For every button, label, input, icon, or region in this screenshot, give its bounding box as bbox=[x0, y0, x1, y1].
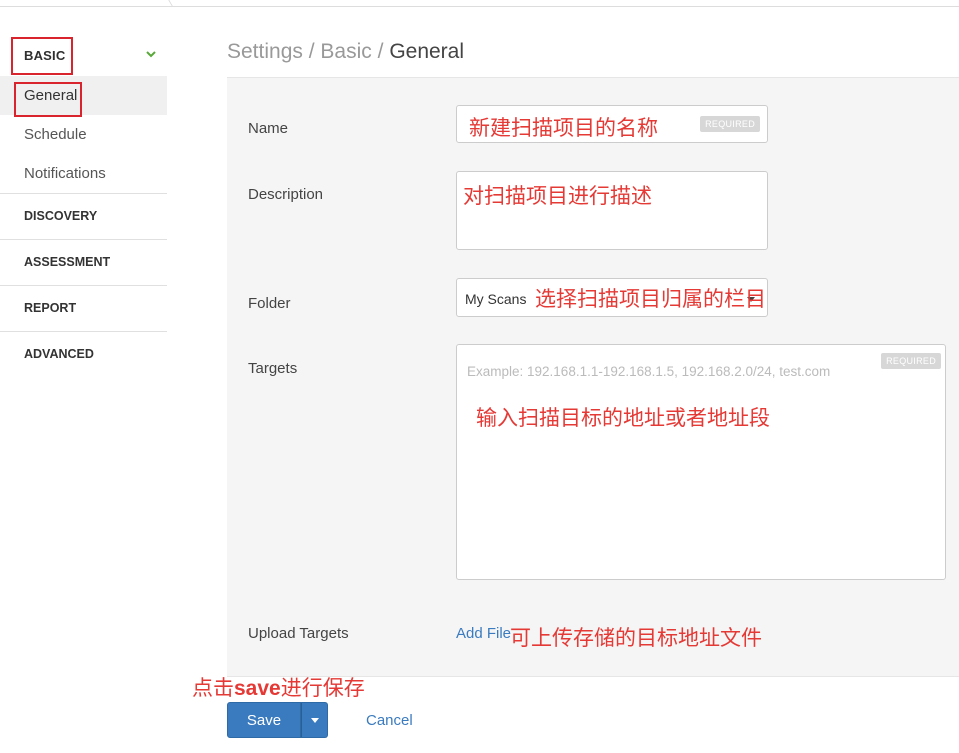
save-button[interactable]: Save bbox=[227, 702, 301, 738]
save-options-dropdown-button[interactable] bbox=[301, 702, 328, 738]
tab-notch bbox=[156, 0, 173, 6]
chevron-down-icon bbox=[146, 51, 156, 58]
upload-annotation: 可上传存储的目标地址文件 bbox=[510, 626, 762, 650]
sidebar-item-schedule[interactable]: Schedule bbox=[0, 115, 167, 154]
sidebar-item-notifications[interactable]: Notifications bbox=[0, 154, 167, 193]
description-label: Description bbox=[248, 186, 324, 203]
sidebar-section-assessment[interactable]: ASSESSMENT bbox=[0, 239, 167, 285]
add-file-link[interactable]: Add File bbox=[456, 625, 511, 642]
targets-value: 输入扫描目标的地址或者地址段 bbox=[476, 406, 770, 430]
save-annotation-suffix: 进行保存 bbox=[280, 676, 365, 700]
name-value: 新建扫描项目的名称 bbox=[469, 116, 658, 140]
cancel-link[interactable]: Cancel bbox=[366, 712, 413, 729]
targets-textarea[interactable]: Example: 192.168.1.1-192.168.1.5, 192.16… bbox=[456, 344, 946, 580]
breadcrumb-basic[interactable]: Basic bbox=[320, 40, 371, 63]
required-badge: REQUIRED bbox=[881, 353, 941, 369]
sidebar-section-advanced[interactable]: ADVANCED bbox=[0, 331, 167, 377]
save-annotation-bold: save bbox=[234, 677, 281, 700]
name-label: Name bbox=[248, 120, 289, 137]
sidebar-section-report[interactable]: REPORT bbox=[0, 285, 167, 331]
upload-targets-label: Upload Targets bbox=[248, 625, 349, 642]
save-annotation: 点击save进行保存 bbox=[192, 672, 365, 702]
save-annotation-prefix: 点击 bbox=[192, 676, 234, 700]
description-textarea[interactable]: 对扫描项目进行描述 bbox=[456, 171, 768, 250]
top-border bbox=[0, 0, 959, 7]
name-input[interactable]: 新建扫描项目的名称 REQUIRED bbox=[456, 105, 768, 143]
highlight-box-basic bbox=[11, 37, 73, 75]
folder-label: Folder bbox=[248, 295, 291, 312]
folder-selected-value: My Scans bbox=[465, 291, 527, 307]
breadcrumb-current: General bbox=[389, 40, 465, 63]
folder-annotation: 选择扫描项目归属的栏目 bbox=[535, 287, 766, 311]
breadcrumb: Settings / Basic / General bbox=[227, 40, 464, 64]
breadcrumb-settings[interactable]: Settings bbox=[227, 40, 303, 63]
breadcrumb-separator: / bbox=[308, 40, 315, 63]
highlight-box-general bbox=[14, 82, 82, 117]
targets-placeholder: Example: 192.168.1.1-192.168.1.5, 192.16… bbox=[467, 364, 831, 379]
sidebar-section-discovery[interactable]: DISCOVERY bbox=[0, 193, 167, 239]
caret-down-icon bbox=[311, 718, 319, 723]
required-badge: REQUIRED bbox=[700, 116, 760, 132]
breadcrumb-separator: / bbox=[377, 40, 384, 63]
targets-label: Targets bbox=[248, 360, 298, 377]
description-value: 对扫描项目进行描述 bbox=[463, 184, 652, 208]
